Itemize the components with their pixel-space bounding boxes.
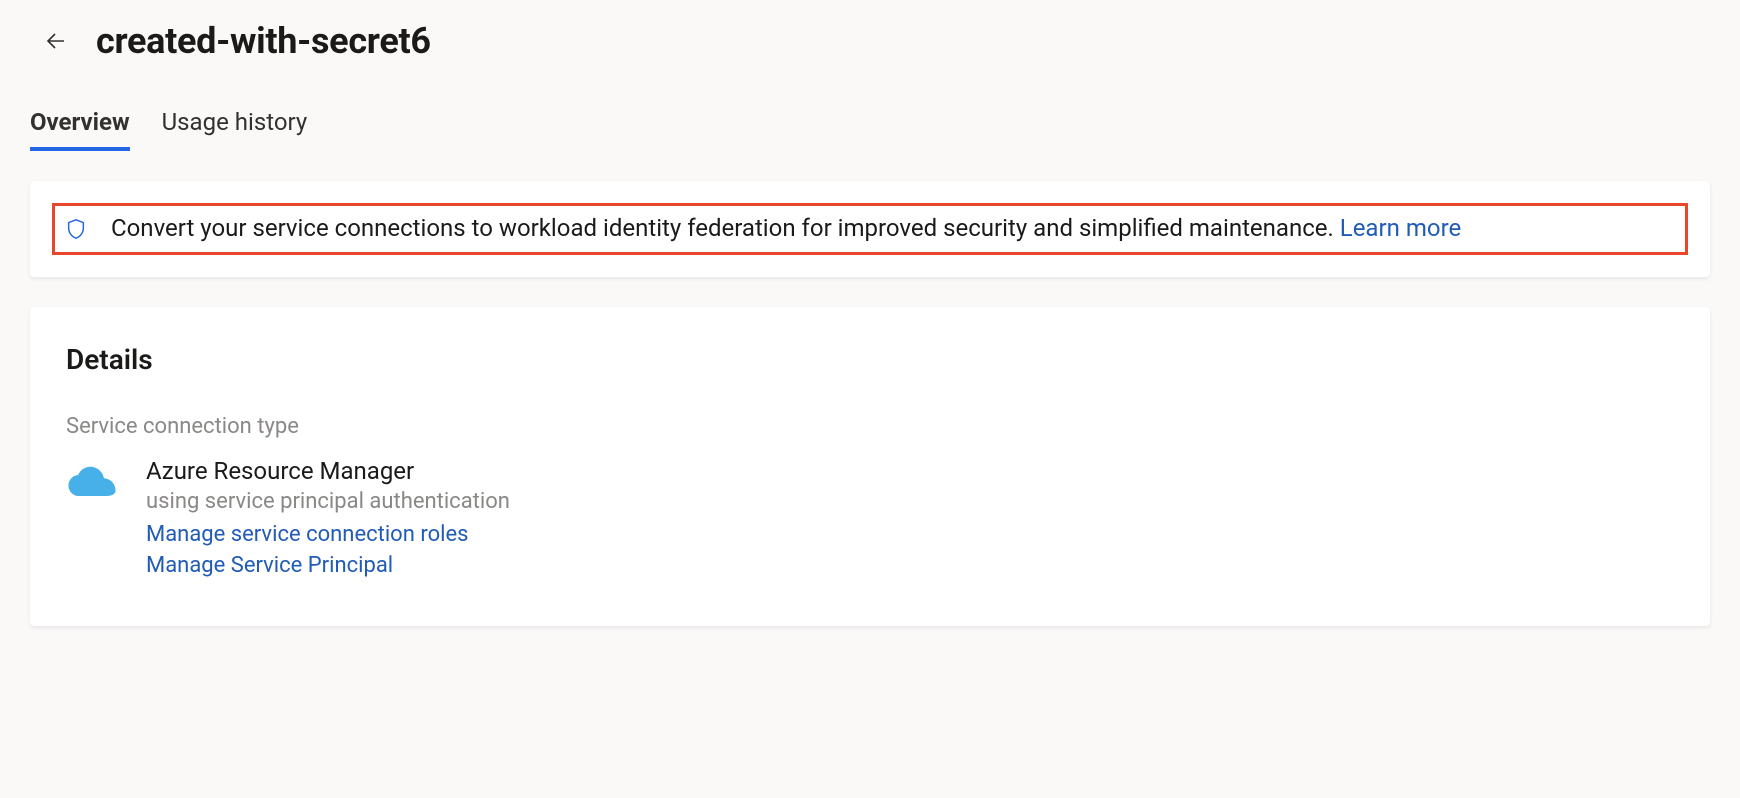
learn-more-link[interactable]: Learn more [1340, 214, 1461, 242]
details-card: Details Service connection type Azure Re… [30, 307, 1710, 626]
manage-principal-link[interactable]: Manage Service Principal [146, 553, 510, 578]
manage-roles-link[interactable]: Manage service connection roles [146, 522, 510, 547]
details-heading: Details [66, 343, 1674, 376]
shield-icon [65, 218, 87, 240]
back-button[interactable] [40, 25, 72, 57]
content-region: Convert your service connections to work… [0, 151, 1740, 656]
connection-subtitle: using service principal authentication [146, 489, 510, 514]
tab-usage-history[interactable]: Usage history [162, 108, 308, 150]
page-title: created-with-secret6 [96, 20, 431, 62]
arrow-left-icon [44, 29, 68, 53]
info-banner-card: Convert your service connections to work… [30, 181, 1710, 277]
info-banner: Convert your service connections to work… [52, 203, 1688, 255]
cloud-icon [66, 463, 118, 503]
connection-name: Azure Resource Manager [146, 457, 510, 485]
connection-type-label: Service connection type [66, 414, 1674, 439]
banner-message: Convert your service connections to work… [111, 214, 1334, 242]
tab-bar: Overview Usage history [0, 72, 1740, 151]
banner-text: Convert your service connections to work… [111, 212, 1461, 246]
tab-overview[interactable]: Overview [30, 108, 130, 150]
page-header: created-with-secret6 [0, 0, 1740, 72]
connection-row: Azure Resource Manager using service pri… [66, 457, 1674, 584]
connection-info: Azure Resource Manager using service pri… [146, 457, 510, 584]
